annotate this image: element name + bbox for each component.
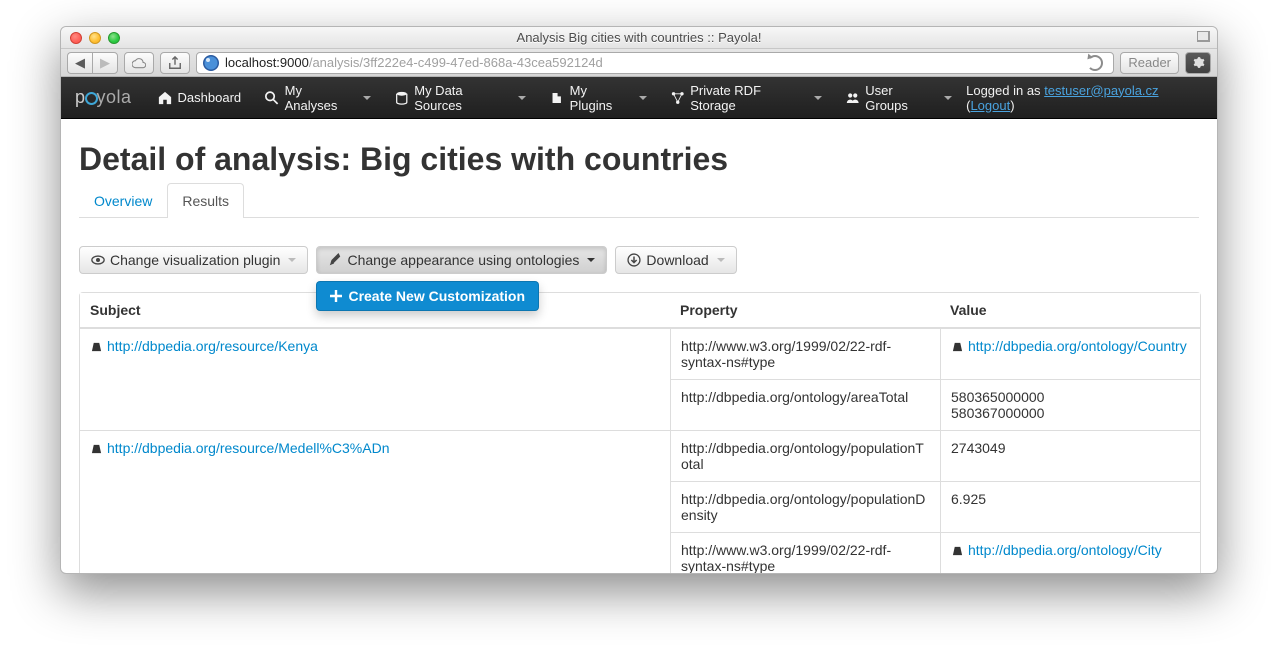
nav-back-button[interactable]: ◀ xyxy=(67,52,92,74)
nav-label: Dashboard xyxy=(178,90,242,105)
button-label: Change appearance using ontologies xyxy=(347,252,579,268)
button-label: Download xyxy=(646,252,708,268)
window-title: Analysis Big cities with countries :: Pa… xyxy=(61,30,1217,45)
auth-status: Logged in as testuser@payola.cz (Logout) xyxy=(966,83,1203,113)
cell-subject: http://dbpedia.org/resource/Kenya xyxy=(80,328,670,430)
rdf-icon xyxy=(90,443,103,454)
browser-window: Analysis Big cities with countries :: Pa… xyxy=(60,26,1218,574)
subject-link[interactable]: http://dbpedia.org/resource/Medell%C3%AD… xyxy=(107,440,390,456)
zoom-window-button[interactable] xyxy=(108,32,120,44)
subject-link[interactable]: http://dbpedia.org/resource/Kenya xyxy=(107,338,318,354)
cell-value: http://dbpedia.org/ontology/City xyxy=(940,532,1200,573)
change-ontologies-button[interactable]: Change appearance using ontologies xyxy=(316,246,607,274)
table-row: http://dbpedia.org/resource/Medell%C3%AD… xyxy=(80,430,1200,481)
nav-label: User Groups xyxy=(865,83,936,113)
cell-property: http://dbpedia.org/ontology/populationTo… xyxy=(670,430,940,481)
cell-property: http://dbpedia.org/ontology/populationDe… xyxy=(670,481,940,532)
maximize-icon[interactable] xyxy=(1197,31,1210,42)
cell-property: http://www.w3.org/1999/02/22-rdf-syntax-… xyxy=(670,532,940,573)
nav-user-groups[interactable]: User Groups xyxy=(836,77,962,119)
brand-ring-icon xyxy=(85,92,98,105)
share-button[interactable] xyxy=(160,52,190,74)
chevron-down-icon xyxy=(288,258,296,262)
reload-icon[interactable] xyxy=(1087,55,1103,71)
dropdown-item-label: Create New Customization xyxy=(348,288,525,304)
col-property: Property xyxy=(670,293,940,328)
nav-label: My Analyses xyxy=(285,83,355,113)
nav-my-analyses[interactable]: My Analyses xyxy=(255,77,381,119)
reader-button[interactable]: Reader xyxy=(1120,52,1179,74)
rdf-icon xyxy=(90,341,103,352)
nav-label: My Data Sources xyxy=(414,83,510,113)
window-titlebar: Analysis Big cities with countries :: Pa… xyxy=(61,27,1217,49)
cell-property: http://dbpedia.org/ontology/areaTotal xyxy=(670,379,940,430)
nav-my-plugins[interactable]: My Plugins xyxy=(540,77,656,119)
tab-results[interactable]: Results xyxy=(167,183,244,218)
cell-subject: http://dbpedia.org/resource/Medell%C3%AD… xyxy=(80,430,670,573)
page-content: Detail of analysis: Big cities with coun… xyxy=(61,119,1217,573)
chevron-down-icon xyxy=(717,258,725,262)
chevron-down-icon xyxy=(639,96,647,100)
ontologies-dropdown: Create New Customization xyxy=(316,281,539,311)
nav-dashboard[interactable]: Dashboard xyxy=(148,77,252,119)
button-label: Change visualization plugin xyxy=(110,252,280,268)
rdf-icon xyxy=(951,545,964,556)
logout-link[interactable]: Logout xyxy=(970,98,1010,113)
minimize-window-button[interactable] xyxy=(89,32,101,44)
rdf-icon xyxy=(951,341,964,352)
nav-label: Private RDF Storage xyxy=(690,83,806,113)
col-value: Value xyxy=(940,293,1200,328)
results-toolbar: Change visualization plugin Change appea… xyxy=(79,246,1199,274)
tab-overview[interactable]: Overview xyxy=(79,183,167,218)
cell-value: http://dbpedia.org/ontology/Country xyxy=(940,328,1200,379)
user-link[interactable]: testuser@payola.cz xyxy=(1044,83,1158,98)
cell-value: 2743049 xyxy=(940,430,1200,481)
cell-value: 6.925 xyxy=(940,481,1200,532)
chevron-down-icon xyxy=(814,96,822,100)
cell-value: 580365000000 580367000000 xyxy=(940,379,1200,430)
url-path: /analysis/3ff222e4-c499-47ed-868a-43cea5… xyxy=(309,55,603,70)
change-visualization-button[interactable]: Change visualization plugin xyxy=(79,246,308,274)
address-bar[interactable]: localhost:9000 /analysis/3ff222e4-c499-4… xyxy=(196,52,1114,74)
results-table: Subject Property Value http://dbpedia.or… xyxy=(79,292,1201,573)
app-navbar: p yola Dashboard My Analyses My Data Sou… xyxy=(61,77,1217,119)
page-title: Detail of analysis: Big cities with coun… xyxy=(79,141,1199,178)
icloud-button[interactable] xyxy=(124,52,154,74)
brand-logo[interactable]: p yola xyxy=(75,87,132,108)
create-customization-item[interactable]: Create New Customization xyxy=(317,282,538,310)
value-link[interactable]: http://dbpedia.org/ontology/City xyxy=(968,542,1162,558)
nav-my-data-sources[interactable]: My Data Sources xyxy=(385,77,536,119)
chevron-down-icon xyxy=(944,96,952,100)
value-link[interactable]: http://dbpedia.org/ontology/Country xyxy=(968,338,1187,354)
close-window-button[interactable] xyxy=(70,32,82,44)
download-button[interactable]: Download xyxy=(615,246,736,274)
settings-button[interactable] xyxy=(1185,52,1211,74)
nav-forward-button[interactable]: ▶ xyxy=(92,52,118,74)
table-row: http://dbpedia.org/resource/Kenya http:/… xyxy=(80,328,1200,379)
chevron-down-icon xyxy=(518,96,526,100)
chevron-down-icon xyxy=(587,258,595,262)
cell-property: http://www.w3.org/1999/02/22-rdf-syntax-… xyxy=(670,328,940,379)
nav-label: My Plugins xyxy=(570,83,631,113)
chevron-down-icon xyxy=(363,96,371,100)
favicon-icon xyxy=(203,55,219,71)
url-host: localhost:9000 xyxy=(225,55,309,70)
table-header-row: Subject Property Value xyxy=(80,293,1200,328)
nav-private-rdf[interactable]: Private RDF Storage xyxy=(661,77,832,119)
browser-toolbar: ◀ ▶ localhost:9000 /analysis/3ff222e4-c4… xyxy=(61,49,1217,77)
tabs: Overview Results xyxy=(79,182,1199,218)
